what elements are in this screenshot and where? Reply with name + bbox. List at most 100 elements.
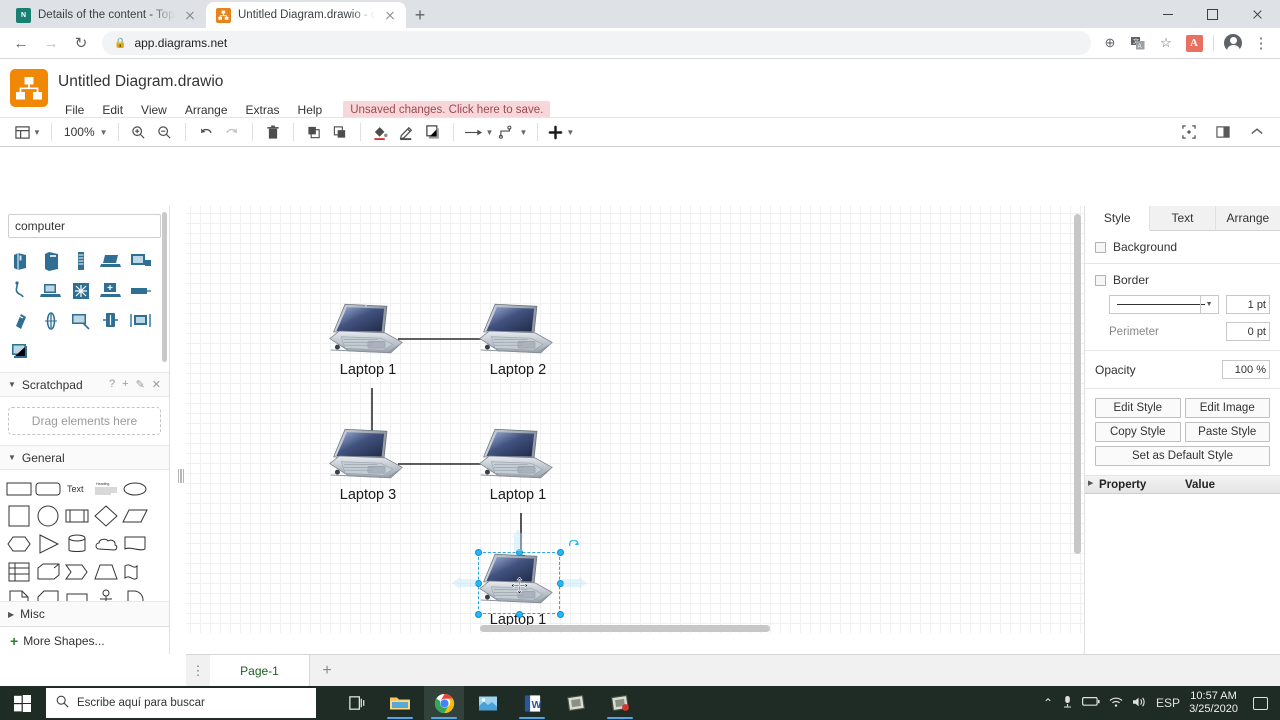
add-icon[interactable]: + (122, 378, 128, 391)
shape-result-item[interactable] (6, 277, 36, 305)
action-center-icon[interactable] (1253, 696, 1268, 710)
shape-result-item[interactable] (66, 307, 96, 335)
set-default-style-button[interactable]: Set as Default Style (1095, 446, 1270, 466)
trash-icon[interactable] (260, 119, 286, 145)
shape-result-item[interactable] (66, 277, 96, 305)
resize-handle-nw[interactable] (475, 549, 482, 556)
photos-icon[interactable] (468, 686, 508, 720)
shape-parallelogram[interactable] (120, 502, 149, 530)
edit-image-button[interactable]: Edit Image (1184, 398, 1270, 418)
shape-text[interactable]: Text (62, 474, 91, 502)
insert-plus-icon[interactable]: ▼ (545, 119, 577, 145)
shape-cloud[interactable] (91, 530, 120, 558)
background-checkbox[interactable] (1095, 241, 1106, 253)
search-shapes-box[interactable]: ✕ (8, 214, 169, 238)
shape-result-item[interactable] (36, 277, 66, 305)
shape-cube[interactable] (33, 558, 62, 586)
shape-result-item[interactable] (126, 307, 156, 335)
diagram-node-laptop-3[interactable]: Laptop 3 (326, 425, 410, 503)
browser-tab-drawio[interactable]: Untitled Diagram.drawio - draw.i (206, 2, 406, 28)
section-misc-header[interactable]: ▶ Misc (0, 601, 169, 626)
wifi-icon[interactable] (1109, 696, 1123, 711)
file-explorer-icon[interactable] (380, 686, 420, 720)
shape-process[interactable] (62, 502, 91, 530)
close-icon[interactable]: ✕ (152, 378, 161, 391)
translate-icon[interactable]: 文A (1125, 30, 1151, 56)
format-panel-icon[interactable] (1210, 119, 1236, 145)
taskbar-clock[interactable]: 10:57 AM 3/25/2020 (1189, 690, 1238, 716)
copy-style-button[interactable]: Copy Style (1095, 422, 1181, 442)
battery-icon[interactable] (1082, 696, 1100, 710)
diagram-node-laptop-1[interactable]: Laptop 1 (326, 300, 410, 378)
shape-tape[interactable] (120, 558, 149, 586)
edit-icon[interactable]: ✎ (136, 378, 145, 391)
adobe-pdf-extension-icon[interactable]: A (1181, 30, 1207, 56)
address-bar[interactable]: 🔒 app.diagrams.net (102, 31, 1091, 55)
maximize-button[interactable] (1190, 0, 1235, 28)
resize-handle-ne[interactable] (557, 549, 564, 556)
resize-handle-s[interactable] (516, 611, 523, 618)
task-view-icon[interactable] (336, 686, 376, 720)
edit-style-button[interactable]: Edit Style (1095, 398, 1181, 418)
border-width-stepper[interactable]: 1 pt (1225, 295, 1270, 314)
border-checkbox[interactable] (1095, 274, 1106, 286)
windows-start-icon[interactable] (0, 686, 44, 720)
chrome-menu-icon[interactable]: ⋮ (1248, 30, 1274, 56)
rotate-handle-icon[interactable] (568, 539, 580, 554)
direction-arrow-east[interactable] (563, 576, 587, 593)
browser-tab-onenote[interactable]: N Details of the content - Topic 1- (6, 2, 207, 28)
install-app-icon[interactable]: ⊕ (1097, 30, 1123, 56)
perimeter-stepper[interactable]: 0 pt (1225, 322, 1270, 341)
resize-handle-se[interactable] (557, 611, 564, 618)
notes-app-icon[interactable] (556, 686, 596, 720)
direction-arrow-north[interactable] (511, 529, 525, 554)
shape-result-item[interactable] (126, 247, 156, 275)
diagram-node-laptop-4[interactable]: Laptop 1 (476, 425, 560, 503)
new-tab-button[interactable]: + (406, 2, 434, 28)
redo-icon[interactable] (219, 119, 245, 145)
shape-result-item[interactable] (6, 337, 36, 365)
tab-style[interactable]: Style (1085, 206, 1151, 231)
shape-textbox[interactable]: Heading (91, 474, 120, 502)
shape-result-item[interactable] (6, 247, 36, 275)
page-menu-icon[interactable]: ⋮ (186, 655, 210, 686)
shape-result-item[interactable] (126, 277, 156, 305)
fill-color-icon[interactable] (368, 119, 394, 145)
line-color-icon[interactable] (394, 119, 420, 145)
shadow-icon[interactable] (420, 119, 446, 145)
shape-result-item[interactable] (6, 307, 36, 335)
help-icon[interactable]: ? (109, 378, 115, 391)
scratchpad-dropzone[interactable]: Drag elements here (8, 407, 161, 435)
shape-trapezoid[interactable] (91, 558, 120, 586)
back-icon[interactable]: ← (6, 29, 36, 57)
notes-app-alert-icon[interactable] (600, 686, 640, 720)
shape-result-item[interactable] (36, 247, 66, 275)
bookmark-star-icon[interactable]: ☆ (1153, 30, 1179, 56)
shape-result-item[interactable] (96, 307, 126, 335)
fullscreen-icon[interactable] (1176, 119, 1202, 145)
diagram-node-laptop-2[interactable]: Laptop 2 (476, 300, 560, 378)
onedrive-icon[interactable] (1062, 695, 1073, 712)
view-layout-icon[interactable]: ▼ (12, 119, 44, 145)
shape-diamond[interactable] (91, 502, 120, 530)
close-window-button[interactable] (1235, 0, 1280, 28)
direction-arrow-west[interactable] (452, 576, 476, 593)
reload-icon[interactable]: ↻ (66, 29, 96, 57)
shape-document[interactable] (120, 530, 149, 558)
undo-icon[interactable] (193, 119, 219, 145)
send-to-back-icon[interactable] (327, 119, 353, 145)
shape-rounded-rectangle[interactable] (33, 474, 62, 502)
google-chrome-icon[interactable] (424, 686, 464, 720)
connection-style-icon[interactable]: ▼ (496, 119, 530, 145)
bring-to-front-icon[interactable] (301, 119, 327, 145)
line-style-select[interactable]: ▼ (1109, 295, 1219, 314)
zoom-level-button[interactable]: 100% ▼ (59, 119, 111, 145)
forward-icon[interactable]: → (36, 29, 66, 57)
resize-handle-sw[interactable] (475, 611, 482, 618)
page-tab-page-1[interactable]: Page-1 (210, 655, 310, 686)
collapse-toolbar-icon[interactable] (1244, 119, 1270, 145)
more-shapes-button[interactable]: + More Shapes... (0, 626, 169, 654)
shape-rectangle[interactable] (4, 474, 33, 502)
taskbar-search-box[interactable]: Escribe aquí para buscar (46, 688, 316, 718)
diagram-canvas[interactable]: Laptop 1 Laptop 2 Laptop 3 Laptop 1 Lapt… (186, 206, 1084, 633)
